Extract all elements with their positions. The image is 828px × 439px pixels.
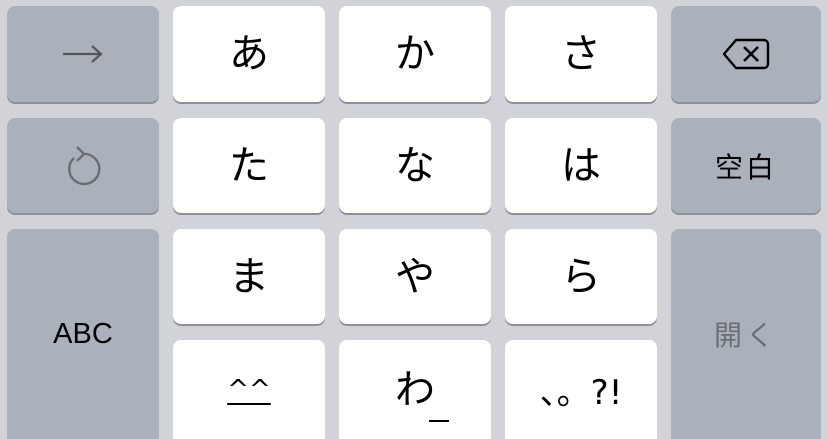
key-wa[interactable]: わ (339, 340, 491, 439)
right-arrow-icon (61, 44, 105, 64)
key-ta[interactable]: た (173, 118, 325, 213)
undo-icon (63, 144, 103, 188)
key-ma[interactable]: ま (173, 229, 325, 324)
key-wa-wrap: わ (395, 366, 449, 422)
face-key-label: ^^ (227, 374, 271, 405)
key-a-label: あ (229, 31, 269, 77)
key-ra-label: ら (561, 253, 601, 300)
abc-switch-key[interactable]: ABC (7, 229, 159, 439)
key-a[interactable]: あ (173, 6, 325, 102)
wa-underline-mark (429, 419, 449, 422)
open-return-key[interactable]: 開く (671, 229, 821, 439)
key-ha[interactable]: は (505, 118, 657, 213)
open-key-label: 開く (713, 319, 778, 352)
key-ma-label: ま (229, 253, 269, 300)
key-ka[interactable]: か (339, 6, 491, 102)
face-mark-key[interactable]: ^^ (173, 340, 325, 439)
delete-key[interactable] (671, 6, 821, 102)
punctuation-key[interactable]: 、。?! (505, 340, 657, 439)
key-sa-label: さ (561, 31, 601, 77)
key-ka-label: か (395, 31, 435, 77)
key-ta-label: た (229, 142, 269, 189)
key-ha-label: は (561, 142, 601, 189)
kana-keyboard: あ か さ た な は 空白 ABC ま や ら 開く ^^ わ 、。?! (0, 0, 828, 439)
key-ya[interactable]: や (339, 229, 491, 324)
abc-key-label: ABC (53, 317, 113, 350)
key-na[interactable]: な (339, 118, 491, 213)
key-ra[interactable]: ら (505, 229, 657, 324)
punctuation-key-label: 、。?! (539, 373, 623, 413)
key-ya-label: や (395, 253, 435, 300)
key-wa-label: わ (395, 366, 435, 413)
next-candidate-arrow-key[interactable] (7, 6, 159, 102)
backspace-icon (722, 37, 770, 71)
undo-key[interactable] (7, 118, 159, 213)
space-key-label: 空白 (714, 150, 777, 184)
key-na-label: な (395, 142, 435, 189)
space-key[interactable]: 空白 (671, 118, 821, 213)
key-sa[interactable]: さ (505, 6, 657, 102)
